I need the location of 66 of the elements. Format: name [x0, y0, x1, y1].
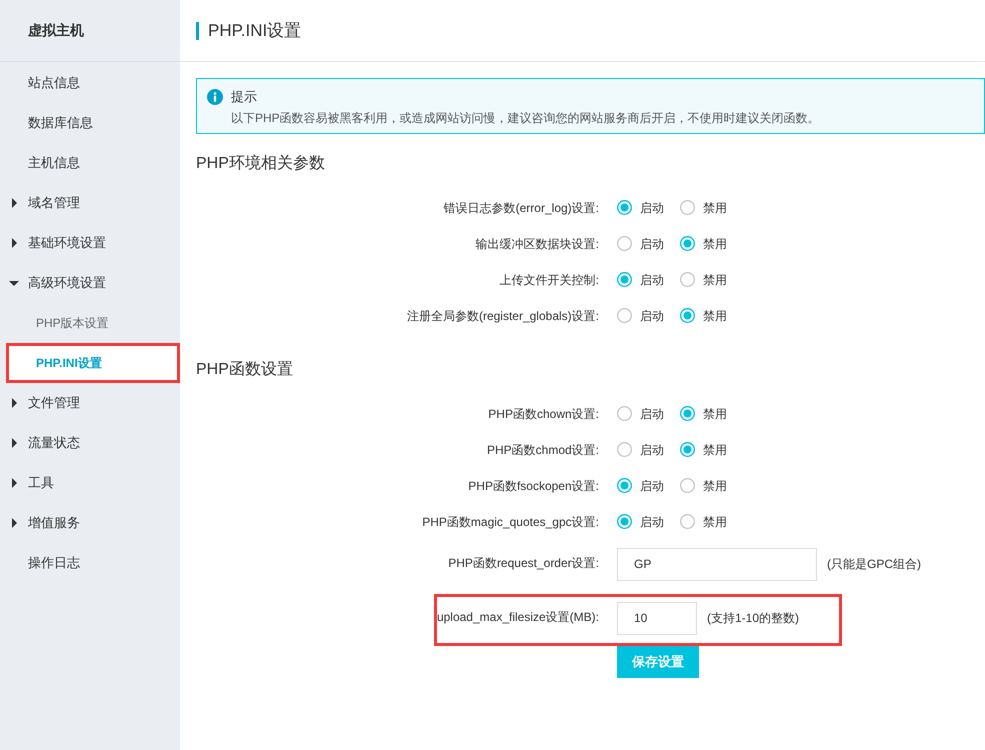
- page-title: PHP.INI设置: [208, 20, 302, 42]
- info-icon: [207, 88, 223, 105]
- radio-label[interactable]: 启动: [640, 440, 664, 458]
- radio-button[interactable]: [680, 442, 695, 457]
- radio-button[interactable]: [680, 478, 695, 493]
- field-label: PHP函数chmod设置:: [486, 442, 599, 458]
- radio-label[interactable]: 禁用: [703, 476, 727, 494]
- radio-label[interactable]: 启动: [640, 404, 664, 422]
- notice-text: 以下PHP函数容易被黑客利用，或造成网站访问慢，建议咨询您的网站服务商后开启，不使用时建议关闭函数。: [230, 110, 821, 126]
- radio-label[interactable]: 禁用: [703, 404, 727, 422]
- radio-label[interactable]: 禁用: [703, 512, 727, 530]
- radio-label[interactable]: 禁用: [703, 440, 727, 458]
- sidebar-item[interactable]: 数据库信息: [28, 113, 93, 133]
- radio-label[interactable]: 启动: [640, 270, 664, 288]
- sidebar-item[interactable]: 域名管理: [28, 193, 80, 213]
- radio-button[interactable]: [680, 200, 695, 215]
- field-label: 输出缓冲区数据块设置:: [474, 236, 599, 252]
- field-label: upload_max_filesize设置(MB):: [436, 608, 599, 626]
- text-field[interactable]: 10: [617, 602, 697, 634]
- radio-label[interactable]: 禁用: [703, 198, 727, 216]
- radio-label[interactable]: 启动: [640, 512, 664, 530]
- radio-button[interactable]: [617, 200, 632, 215]
- sidebar-title: 虚拟主机: [28, 21, 84, 40]
- radio-button[interactable]: [680, 236, 695, 251]
- radio-button[interactable]: [680, 272, 695, 287]
- sidebar-item[interactable]: 站点信息: [28, 73, 80, 93]
- field-label: 注册全局参数(register_globals)设置:: [406, 308, 599, 324]
- radio-label[interactable]: 启动: [640, 234, 664, 252]
- radio-button[interactable]: [617, 514, 632, 529]
- radio-button[interactable]: [617, 272, 632, 287]
- radio-button[interactable]: [617, 406, 632, 421]
- radio-label[interactable]: 启动: [640, 476, 664, 494]
- sidebar-item[interactable]: 文件管理: [28, 393, 80, 413]
- field-label: PHP函数chown设置:: [487, 406, 599, 422]
- field-hint: (只能是GPC组合): [827, 556, 921, 573]
- section-title: PHP函数设置: [196, 360, 294, 380]
- title-accent-bar: [196, 22, 199, 40]
- radio-label[interactable]: 禁用: [703, 234, 727, 252]
- sidebar-item[interactable]: 增值服务: [28, 513, 80, 533]
- sidebar-item[interactable]: 基础环境设置: [28, 233, 106, 253]
- field-label: PHP函数fsockopen设置:: [467, 478, 599, 494]
- radio-button[interactable]: [680, 406, 695, 421]
- field-hint: (支持1-10的整数): [707, 610, 800, 627]
- sidebar-item[interactable]: 操作日志: [28, 553, 80, 573]
- notice-title: 提示: [231, 88, 257, 106]
- section-title: PHP环境相关参数: [196, 154, 326, 174]
- radio-label[interactable]: 启动: [640, 306, 664, 324]
- sidebar-item[interactable]: 主机信息: [28, 153, 80, 173]
- radio-button[interactable]: [617, 308, 632, 323]
- radio-button[interactable]: [617, 442, 632, 457]
- field-label: PHP函数magic_quotes_gpc设置:: [421, 514, 599, 530]
- text-field[interactable]: GP: [617, 548, 817, 580]
- sidebar-item[interactable]: 流量状态: [28, 433, 80, 453]
- sidebar-subitem[interactable]: PHP版本设置: [0, 303, 180, 343]
- field-label: 上传文件开关控制:: [498, 272, 599, 288]
- radio-button[interactable]: [680, 308, 695, 323]
- field-label: 错误日志参数(error_log)设置:: [442, 200, 599, 216]
- sidebar-item[interactable]: 高级环境设置: [28, 273, 106, 293]
- radio-button[interactable]: [680, 514, 695, 529]
- radio-label[interactable]: 启动: [640, 198, 664, 216]
- field-label: PHP函数request_order设置:: [447, 554, 599, 572]
- radio-label[interactable]: 禁用: [703, 306, 727, 324]
- radio-button[interactable]: [617, 478, 632, 493]
- radio-button[interactable]: [617, 236, 632, 251]
- sidebar-item[interactable]: 工具: [28, 473, 54, 493]
- radio-label[interactable]: 禁用: [703, 270, 727, 288]
